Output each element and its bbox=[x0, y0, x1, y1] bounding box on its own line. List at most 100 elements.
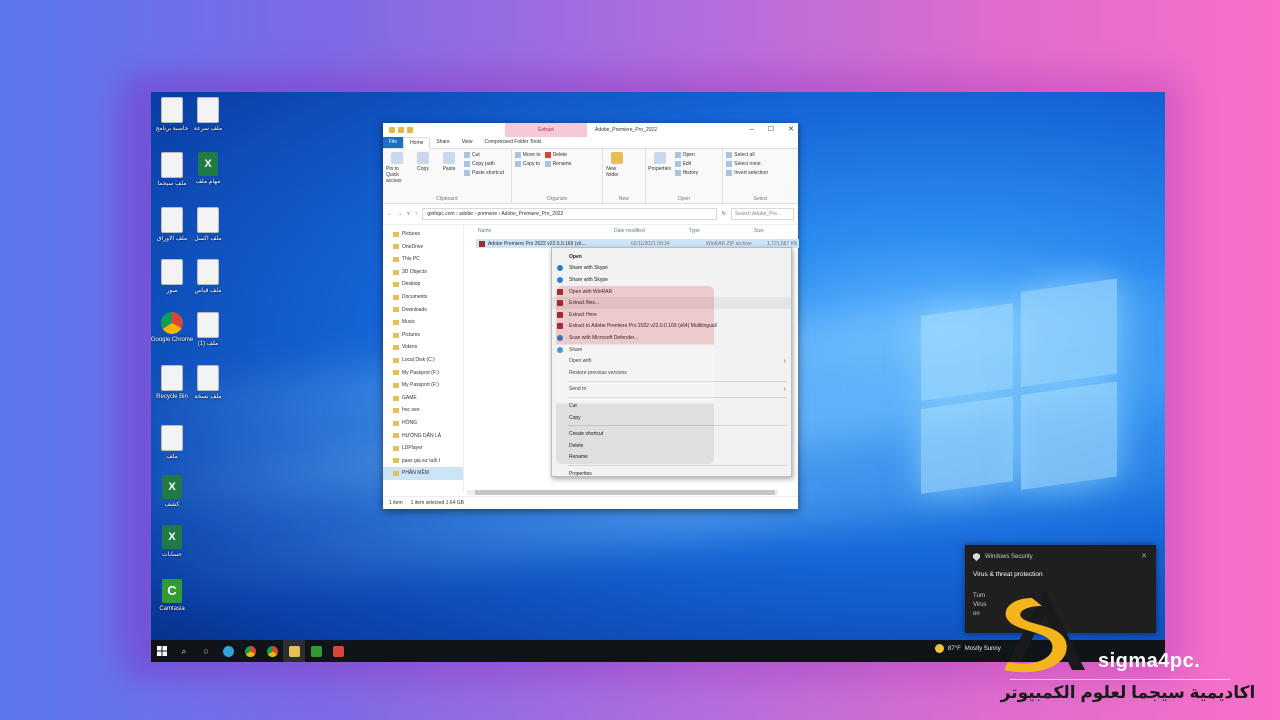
move-to-button[interactable]: Move to bbox=[514, 152, 541, 158]
menu-item[interactable]: Rename bbox=[552, 452, 791, 464]
nav-item[interactable]: Desktop bbox=[383, 278, 463, 291]
camtasia-recorder-icon[interactable] bbox=[327, 640, 349, 662]
maximize-icon[interactable]: ☐ bbox=[768, 123, 774, 137]
nav-item[interactable]: GAME bbox=[383, 392, 463, 405]
tab-file[interactable]: File bbox=[383, 137, 404, 148]
desktop-icon[interactable]: X مهام ملف bbox=[186, 152, 230, 186]
close-icon[interactable]: ✕ bbox=[1141, 552, 1147, 560]
delete-button[interactable]: Delete bbox=[544, 152, 572, 158]
nav-item[interactable]: My Passport (F:) bbox=[383, 367, 463, 380]
chrome-icon[interactable] bbox=[239, 640, 261, 662]
menu-item[interactable]: Share bbox=[552, 344, 791, 356]
desktop-icon[interactable]: X حسابات bbox=[151, 525, 194, 559]
desktop-icon[interactable]: ملف نسخة bbox=[186, 365, 230, 401]
open-button[interactable]: Open bbox=[674, 152, 699, 158]
desktop-icon[interactable]: ملف (1) bbox=[186, 312, 230, 348]
cut-button[interactable]: Cut bbox=[464, 152, 504, 158]
nav-item[interactable]: Videos bbox=[383, 341, 463, 354]
menu-item[interactable]: Scan with Microsoft Defender... bbox=[552, 332, 791, 344]
tab-view[interactable]: View bbox=[456, 137, 479, 148]
menu-item[interactable]: Delete bbox=[552, 440, 791, 452]
nav-item[interactable]: PHẦN MỀM bbox=[383, 467, 463, 480]
desktop-icon[interactable]: C Camtasia bbox=[151, 579, 194, 613]
menu-item[interactable]: Properties bbox=[552, 468, 791, 480]
nav-item[interactable]: Pictures bbox=[383, 329, 463, 342]
minimize-icon[interactable]: – bbox=[750, 123, 754, 137]
start-button[interactable] bbox=[151, 640, 173, 662]
desktop-icon[interactable]: ملف اكسل bbox=[186, 207, 230, 243]
tab-share[interactable]: Share bbox=[430, 137, 455, 148]
menu-item[interactable]: Restore previous versions bbox=[552, 367, 791, 379]
column-type[interactable]: Type bbox=[689, 228, 700, 234]
select-all-button[interactable]: Select all bbox=[726, 152, 768, 158]
folder-icon bbox=[393, 471, 399, 477]
nav-item-label: My Passport (F:) bbox=[402, 369, 439, 376]
up-icon[interactable]: ↑ bbox=[415, 211, 418, 217]
nav-item[interactable]: HƯỚNG DẪN LÀ bbox=[383, 430, 463, 443]
menu-item[interactable]: Extract to Adobe Premiere Pro 2022 v22.0… bbox=[552, 321, 791, 333]
forward-icon[interactable]: → bbox=[397, 211, 402, 217]
edit-button[interactable]: Edit bbox=[674, 161, 699, 167]
doc-file-icon bbox=[197, 207, 219, 233]
menu-item[interactable]: Open with WinRAR bbox=[552, 286, 791, 298]
nav-item[interactable]: My Passport (F:) bbox=[383, 379, 463, 392]
nav-item[interactable]: pass gia sư tuổi t bbox=[383, 455, 463, 468]
quick-access-toolbar[interactable] bbox=[389, 127, 413, 133]
desktop-icon[interactable]: X كشف bbox=[151, 475, 194, 509]
history-button[interactable]: History bbox=[674, 170, 698, 176]
nav-item[interactable]: This PC bbox=[383, 253, 463, 266]
column-size[interactable]: Size bbox=[754, 228, 764, 234]
menu-item[interactable]: Share with Skype bbox=[552, 263, 791, 275]
menu-item[interactable]: Extract files... bbox=[552, 297, 791, 309]
search-input[interactable]: Search Adobe_Pre... bbox=[731, 208, 794, 220]
nav-item[interactable]: Documents bbox=[383, 291, 463, 304]
column-name[interactable]: Name bbox=[478, 228, 491, 234]
tab-home[interactable]: Home bbox=[403, 136, 431, 149]
nav-item[interactable]: Local Disk (C:) bbox=[383, 354, 463, 367]
menu-item[interactable]: Create shortcut bbox=[552, 428, 791, 440]
menu-item[interactable]: Send to › bbox=[552, 384, 791, 396]
recent-icon[interactable]: ˅ bbox=[407, 211, 410, 217]
nav-item[interactable]: OneDrive bbox=[383, 241, 463, 254]
nav-item[interactable]: 3D Objects bbox=[383, 266, 463, 279]
close-icon[interactable]: ✕ bbox=[788, 123, 794, 137]
nav-item[interactable]: Music bbox=[383, 316, 463, 329]
app-icon bbox=[557, 265, 563, 272]
invert-selection-button[interactable]: Invert selection bbox=[726, 170, 768, 176]
select-none-button[interactable]: Select none bbox=[726, 161, 768, 167]
menu-item[interactable]: Share with Skype bbox=[552, 274, 791, 286]
nav-item[interactable]: LDPlayer bbox=[383, 442, 463, 455]
nav-item[interactable]: Pictures bbox=[383, 228, 463, 241]
file-explorer-icon[interactable] bbox=[283, 640, 305, 662]
task-view-icon[interactable]: ○ bbox=[195, 640, 217, 662]
menu-item[interactable]: Open bbox=[552, 251, 791, 263]
chrome-icon[interactable] bbox=[261, 640, 283, 662]
copy-path-button[interactable]: Copy path bbox=[464, 161, 504, 167]
column-date-modified[interactable]: Date modified bbox=[614, 228, 645, 234]
rename-button[interactable]: Rename bbox=[544, 161, 571, 167]
refresh-icon[interactable]: ↻ bbox=[722, 211, 726, 217]
desktop-icon[interactable]: ملف قياس bbox=[186, 259, 230, 295]
menu-item[interactable]: Open with › bbox=[552, 355, 791, 367]
camtasia-icon[interactable] bbox=[305, 640, 327, 662]
horizontal-scrollbar[interactable] bbox=[467, 490, 778, 495]
nav-item[interactable]: hoc seo bbox=[383, 404, 463, 417]
nav-item[interactable]: Downloads bbox=[383, 304, 463, 317]
back-icon[interactable]: ← bbox=[387, 211, 392, 217]
search-icon[interactable]: ⌕ bbox=[173, 640, 195, 662]
edge-icon[interactable] bbox=[217, 640, 239, 662]
menu-item[interactable]: Cut bbox=[552, 400, 791, 412]
extract-context-tab[interactable]: Extract bbox=[505, 123, 587, 137]
tab-compressed-folder-tools[interactable]: Compressed Folder Tools bbox=[479, 137, 548, 148]
window-title: Adobe_Premiere_Pro_2022 bbox=[595, 127, 657, 133]
copy-to-button[interactable]: Copy to bbox=[514, 161, 541, 167]
desktop-icon[interactable]: ملف سرعة bbox=[186, 97, 230, 133]
paste-shortcut-button[interactable]: Paste shortcut bbox=[464, 170, 504, 176]
desktop-icon-label: Camtasia bbox=[159, 606, 185, 612]
folder-icon bbox=[393, 307, 399, 313]
menu-item[interactable]: Extract Here bbox=[552, 309, 791, 321]
desktop-icon[interactable]: ملف bbox=[151, 425, 194, 461]
nav-item[interactable]: HỒNG bbox=[383, 417, 463, 430]
menu-item[interactable]: Copy bbox=[552, 412, 791, 424]
address-bar[interactable]: gettopc.com › adobe › premiere › Adobe_P… bbox=[422, 208, 717, 220]
